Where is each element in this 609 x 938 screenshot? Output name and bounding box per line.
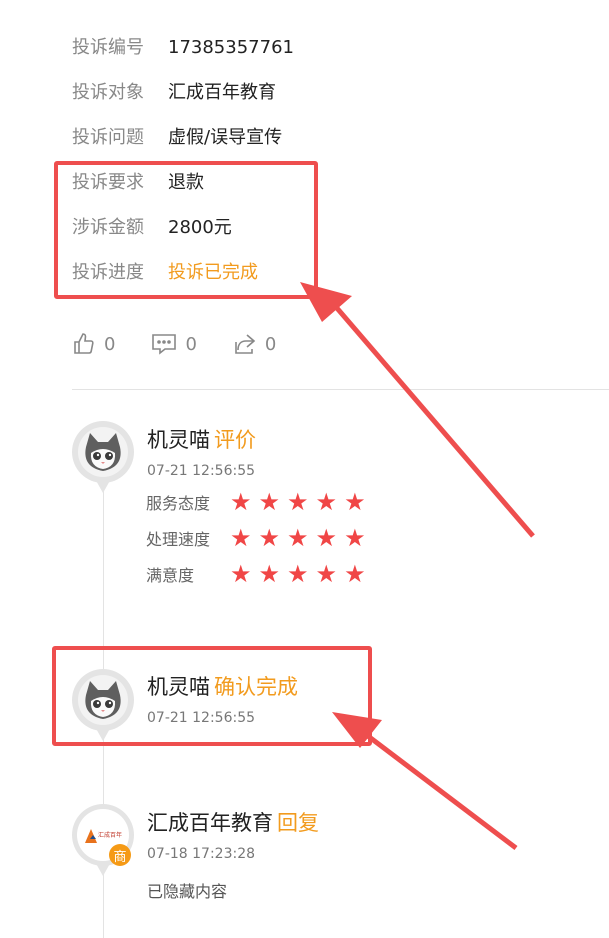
section-divider xyxy=(72,389,609,390)
highlight-box-complaint-info xyxy=(54,161,318,299)
timeline-entry-title: 汇成百年教育 回复 xyxy=(147,810,319,836)
rating-row-service: 服务态度 ★ ★ ★ ★ ★ xyxy=(146,490,373,514)
star-icon: ★ xyxy=(230,488,252,516)
rating-label: 满意度 xyxy=(146,566,195,585)
comment-icon xyxy=(152,334,177,355)
detail-value: 虚假/误导宣传 xyxy=(168,127,283,148)
star-icon: ★ xyxy=(258,488,281,516)
star-icon: ★ xyxy=(258,560,281,588)
reply-content: 已隐藏内容 xyxy=(147,882,228,901)
share-button[interactable]: 0 xyxy=(233,332,276,356)
thumbs-up-icon xyxy=(74,333,94,354)
share-icon xyxy=(235,334,256,354)
detail-value: 17385357761 xyxy=(168,37,294,58)
entry-action: 回复 xyxy=(277,811,319,835)
detail-row-complaint-issue: 投诉问题 虚假/误导宣传 xyxy=(72,126,282,150)
entry-action: 评价 xyxy=(214,428,256,452)
detail-label: 投诉编号 xyxy=(72,37,144,58)
star-icon: ★ xyxy=(344,524,366,552)
detail-value[interactable]: 汇成百年教育 xyxy=(168,82,276,103)
user-name[interactable]: 机灵喵 xyxy=(147,428,210,452)
entry-timestamp: 07-18 17:23:28 xyxy=(147,846,256,862)
star-icon: ★ xyxy=(315,524,338,552)
avatar[interactable]: 汇成百年 商 xyxy=(72,804,136,890)
user-name[interactable]: 汇成百年教育 xyxy=(147,811,273,835)
detail-row-complaint-id: 投诉编号 17385357761 xyxy=(72,36,294,60)
timeline-entry-title: 机灵喵 评价 xyxy=(147,427,256,453)
rating-row-speed: 处理速度 ★ ★ ★ ★ ★ xyxy=(146,526,373,550)
star-icon: ★ xyxy=(258,524,281,552)
like-count: 0 xyxy=(104,333,116,355)
detail-row-complaint-target: 投诉对象 汇成百年教育 xyxy=(72,81,276,105)
star-icon: ★ xyxy=(287,488,309,516)
star-rating: ★ ★ ★ ★ ★ xyxy=(230,490,373,514)
comment-button[interactable]: 0 xyxy=(151,332,197,356)
highlight-box-confirm-complete xyxy=(52,646,372,746)
detail-label: 投诉对象 xyxy=(72,82,144,103)
star-icon: ★ xyxy=(287,560,309,588)
star-rating: ★ ★ ★ ★ ★ xyxy=(230,526,373,550)
rating-label: 服务态度 xyxy=(146,494,211,513)
avatar[interactable] xyxy=(72,421,136,507)
star-icon: ★ xyxy=(230,560,252,588)
merchant-badge: 商 xyxy=(109,844,131,866)
rating-row-satisfaction: 满意度 ★ ★ ★ ★ ★ xyxy=(146,562,373,586)
action-bar: 0 0 0 xyxy=(72,330,312,358)
like-button[interactable]: 0 xyxy=(72,332,115,356)
star-icon: ★ xyxy=(287,524,309,552)
business-logo-text: 汇成百年 xyxy=(98,831,122,839)
star-icon: ★ xyxy=(315,488,338,516)
entry-timestamp: 07-21 12:56:55 xyxy=(147,463,256,479)
detail-label: 投诉问题 xyxy=(72,127,144,148)
star-rating: ★ ★ ★ ★ ★ xyxy=(230,562,373,586)
star-icon: ★ xyxy=(230,524,252,552)
rating-label: 处理速度 xyxy=(146,530,211,549)
comment-count: 0 xyxy=(185,333,197,355)
star-icon: ★ xyxy=(344,488,366,516)
star-icon: ★ xyxy=(344,560,366,588)
share-count: 0 xyxy=(264,333,277,355)
star-icon: ★ xyxy=(315,560,338,588)
cat-avatar-icon xyxy=(78,427,128,477)
